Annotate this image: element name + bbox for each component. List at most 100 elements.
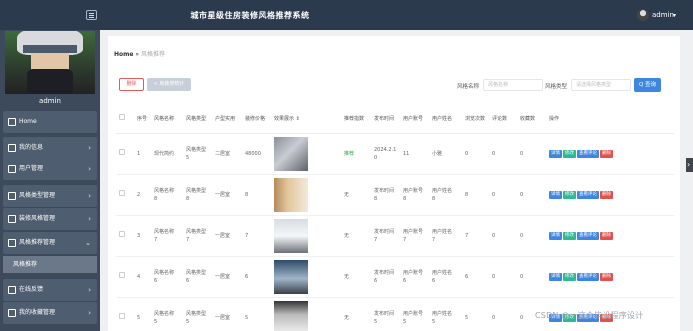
table-cell: 5 — [462, 297, 489, 331]
user-dropdown-icon[interactable]: ▾ — [673, 12, 676, 19]
stats-button[interactable]: < 房装修统计 — [147, 78, 191, 91]
sidebar-item-label: 我的信息 — [19, 144, 44, 151]
sidebar-item-label: 我的收藏管理 — [19, 309, 56, 316]
effect-thumbnail-image[interactable] — [274, 136, 308, 171]
table-row[interactable]: 2 风格名称 8 风格类型 8 一居室 8 无发布时间 8 用户账号 8 用户姓名 8800详… — [116, 174, 674, 216]
effect-thumbnail-image[interactable] — [274, 218, 308, 253]
table-cell: 6 — [242, 256, 271, 298]
table-cell[interactable] — [271, 215, 341, 257]
table-cell[interactable] — [271, 256, 341, 298]
table-cell[interactable] — [116, 256, 134, 298]
table-header-cell: 收藏数 — [517, 104, 546, 134]
side-toggle-tab[interactable] — [686, 158, 693, 172]
table-row[interactable]: 1 现代简约 风格类型 5 二居室 48000 推荐 2024.2.1 0 11 小雅 0 0 0 详情… — [116, 133, 674, 175]
table-cell: 一居室 — [212, 256, 242, 298]
edit-button[interactable]: 修改 — [563, 232, 576, 240]
table-cell[interactable]: 详情 修改 查看评论 删除 — [546, 256, 674, 298]
sidebar-item-style-types[interactable]: 风格类型管理 › — [3, 185, 97, 207]
view-comments-button[interactable]: 查看评论 — [577, 273, 599, 281]
table-cell[interactable]: 详情 修改 查看评论 删除 — [546, 174, 674, 216]
detail-button[interactable]: 详情 — [549, 273, 562, 281]
view-comments-button[interactable]: 查看评论 — [577, 150, 599, 158]
row-checkbox[interactable] — [119, 149, 125, 155]
breadcrumb-home[interactable]: Home — [114, 51, 133, 58]
row-delete-button[interactable]: 删除 — [600, 191, 613, 199]
table-cell: 0 — [517, 133, 546, 175]
table-cell[interactable] — [116, 215, 134, 257]
style-icon — [8, 215, 16, 223]
favorite-icon — [8, 309, 16, 317]
table-cell: 0 — [517, 256, 546, 298]
table-cell: 11 — [400, 133, 429, 175]
sidebar-item-label: 装修风格管理 — [19, 215, 56, 222]
edit-button[interactable]: 修改 — [563, 150, 576, 158]
edit-button[interactable]: 修改 — [563, 273, 576, 281]
table-cell[interactable] — [116, 133, 134, 175]
row-delete-button[interactable]: 删除 — [600, 273, 613, 281]
detail-button[interactable]: 详情 — [549, 232, 562, 240]
table-cell[interactable]: 详情 修改 查看评论 删除 — [546, 133, 674, 175]
table-cell[interactable] — [116, 297, 134, 331]
watermark: CSDN @一这个毕设程序设计 — [535, 311, 644, 320]
sidebar-item-favorites[interactable]: 我的收藏管理 › — [3, 302, 97, 324]
row-delete-button[interactable]: 删除 — [600, 150, 613, 158]
detail-button[interactable]: 详情 — [549, 191, 562, 199]
table-header-cell: 户型实用 — [212, 104, 242, 134]
user-info-icon — [8, 144, 16, 152]
row-checkbox[interactable] — [119, 313, 125, 319]
sidebar-item-styles[interactable]: 装修风格管理 › — [3, 208, 97, 230]
row-delete-button[interactable]: 删除 — [600, 232, 613, 240]
feedback-icon — [8, 286, 16, 294]
row-checkbox[interactable] — [119, 272, 125, 278]
delete-button[interactable]: 删除 — [119, 78, 144, 91]
effect-thumbnail-image[interactable] — [274, 177, 308, 212]
table-cell: 0 — [489, 215, 517, 257]
edit-button[interactable]: 修改 — [563, 191, 576, 199]
table-header-row: 序号 风格名称 风格类型 户型实用 装修价格 效果展示 ⇕ 推荐指数 发布时间 … — [116, 104, 674, 134]
table-header-cell[interactable]: 效果展示 ⇕ — [271, 104, 341, 134]
table-cell[interactable]: 详情 修改 查看评论 删除 — [546, 215, 674, 257]
effect-thumbnail-image[interactable] — [274, 259, 308, 294]
table-header-cell: 浏览次数 — [462, 104, 489, 134]
row-checkbox[interactable] — [119, 231, 125, 237]
table-row[interactable]: 4 风格名称 6 风格类型 6 一居室 6 无发布时间 6 用户账号 6 用户姓名 6600详… — [116, 256, 674, 298]
table-cell[interactable] — [271, 297, 341, 331]
sidebar-subitem-recommend[interactable]: 风格推荐 — [3, 256, 97, 273]
header-user-name[interactable]: admin — [652, 11, 674, 19]
sidebar-item-feedback[interactable]: 在线反馈 › — [3, 279, 97, 301]
table-header-cell[interactable] — [116, 104, 134, 134]
sidebar-item-home[interactable]: Home — [3, 111, 97, 133]
table-header-cell: 发布时间 — [371, 104, 400, 134]
style-type-select[interactable]: 请选择风格类型 — [571, 79, 631, 91]
search-name-input[interactable]: 风格名称 — [483, 79, 543, 91]
effect-thumbnail-image[interactable] — [274, 300, 308, 331]
table-cell[interactable] — [271, 133, 341, 175]
table-cell: 发布时间 8 — [371, 174, 400, 216]
view-comments-button[interactable]: 查看评论 — [577, 191, 599, 199]
sidebar-item-users[interactable]: 用户管理 › — [3, 158, 97, 180]
table-cell: 风格类型 7 — [183, 215, 212, 257]
row-checkbox[interactable] — [119, 190, 125, 196]
table-cell: 用户姓名 6 — [429, 256, 462, 298]
detail-button[interactable]: 详情 — [549, 150, 562, 158]
table-cell: 风格类型 8 — [183, 174, 212, 216]
table-cell: 无 — [341, 174, 371, 216]
table-cell: 0 — [489, 174, 517, 216]
table-cell: 风格名称 6 — [151, 256, 183, 298]
breadcrumb: Home » 风格推荐 — [114, 49, 165, 58]
user-avatar-icon[interactable] — [637, 9, 649, 21]
table-row[interactable]: 3 风格名称 7 风格类型 7 一居室 7 无发布时间 7 用户账号 7 用户姓名 7700详… — [116, 215, 674, 257]
view-comments-button[interactable]: 查看评论 — [577, 232, 599, 240]
sidebar: admin Home 我的信息 › 用户管理 › 风格类型管理 › 装修风格管理… — [0, 30, 100, 331]
table-header-cell: 序号 — [134, 104, 151, 134]
table-cell: 无 — [341, 256, 371, 298]
table-cell: 5 — [242, 297, 271, 331]
sidebar-item-recommend[interactable]: 风格推荐管理 ⌄ — [3, 232, 97, 254]
select-all-checkbox[interactable] — [119, 114, 125, 121]
search-button[interactable]: Q 查询 — [634, 78, 661, 92]
table-cell[interactable] — [116, 174, 134, 216]
table-header-cell: 推荐指数 — [341, 104, 371, 134]
table-cell: 7 — [242, 215, 271, 257]
sidebar-item-my-info[interactable]: 我的信息 › — [3, 137, 97, 159]
table-cell[interactable] — [271, 174, 341, 216]
